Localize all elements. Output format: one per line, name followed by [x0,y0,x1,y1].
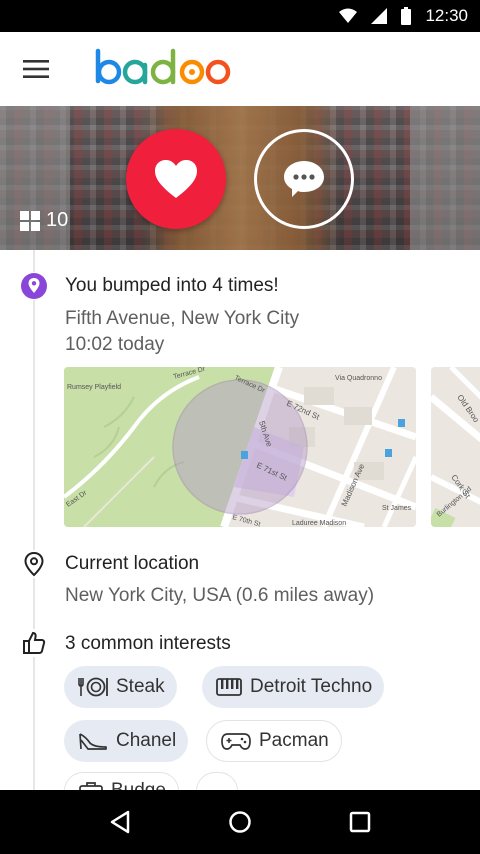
map-label: Rumsey Playfield [67,384,121,391]
fork-plate-icon [78,677,108,697]
app-header [0,32,480,106]
like-button[interactable] [126,129,226,229]
interest-chip-chanel[interactable]: Chanel [64,720,189,762]
current-location-value: New York City, USA (0.6 miles away) [65,585,375,606]
chat-button[interactable] [254,129,354,229]
wifi-icon [339,8,358,24]
battery-icon [401,7,412,25]
gamepad-icon [221,733,251,750]
photo-count[interactable]: 10 [20,209,68,232]
interest-label: Detroit Techno [250,676,373,697]
svg-text:St James: St James [382,505,412,512]
svg-text:Laduree Madison: Laduree Madison [292,520,346,527]
back-triangle-icon [110,810,130,834]
location-outline-icon [20,550,48,578]
status-time: 12:30 [425,6,468,25]
back-button[interactable] [90,790,150,854]
home-circle-icon [229,811,251,833]
location-pin-icon [20,272,48,300]
interest-label: Chanel [116,730,177,751]
profile-photo[interactable] [0,106,480,250]
encounter-map-2[interactable]: Old Broo Cork St Burlington Gd [431,367,480,527]
heart-icon [155,160,197,198]
hamburger-icon [23,60,49,78]
encounter-map[interactable]: Rumsey Playfield Terrace Dr Terrace Dr V… [64,367,416,527]
interest-chip-steak[interactable]: Steak [64,666,177,708]
encounters-title: You bumped into 4 times! [65,275,279,296]
interest-chip-pacman[interactable]: Pacman [206,720,342,762]
timeline-line [33,250,35,790]
svg-text:Via Quadronno: Via Quadronno [335,375,382,382]
interest-chip-detroit-techno[interactable]: Detroit Techno [202,666,385,708]
recents-square-icon [349,811,371,833]
system-nav-bar [0,790,480,854]
high-heel-icon [79,733,107,750]
photo-count-label: 10 [46,209,69,231]
piano-icon [216,678,242,696]
current-location-title: Current location [65,553,200,574]
thumbs-up-icon [20,629,48,657]
status-bar: 12:30 [0,0,480,32]
badoo-logo [94,32,234,106]
gallery-grid-icon [20,210,40,231]
home-button[interactable] [210,790,270,854]
encounters-time: 10:02 today [65,334,165,355]
recents-button[interactable] [330,790,390,854]
interest-label: Steak [116,676,165,697]
signal-icon [371,8,388,24]
encounters-place: Fifth Avenue, New York City [65,308,300,329]
interests-title: 3 common interests [65,633,231,654]
chat-bubble-icon [284,161,324,197]
interest-label: Pacman [259,730,329,751]
menu-button[interactable] [0,32,72,106]
